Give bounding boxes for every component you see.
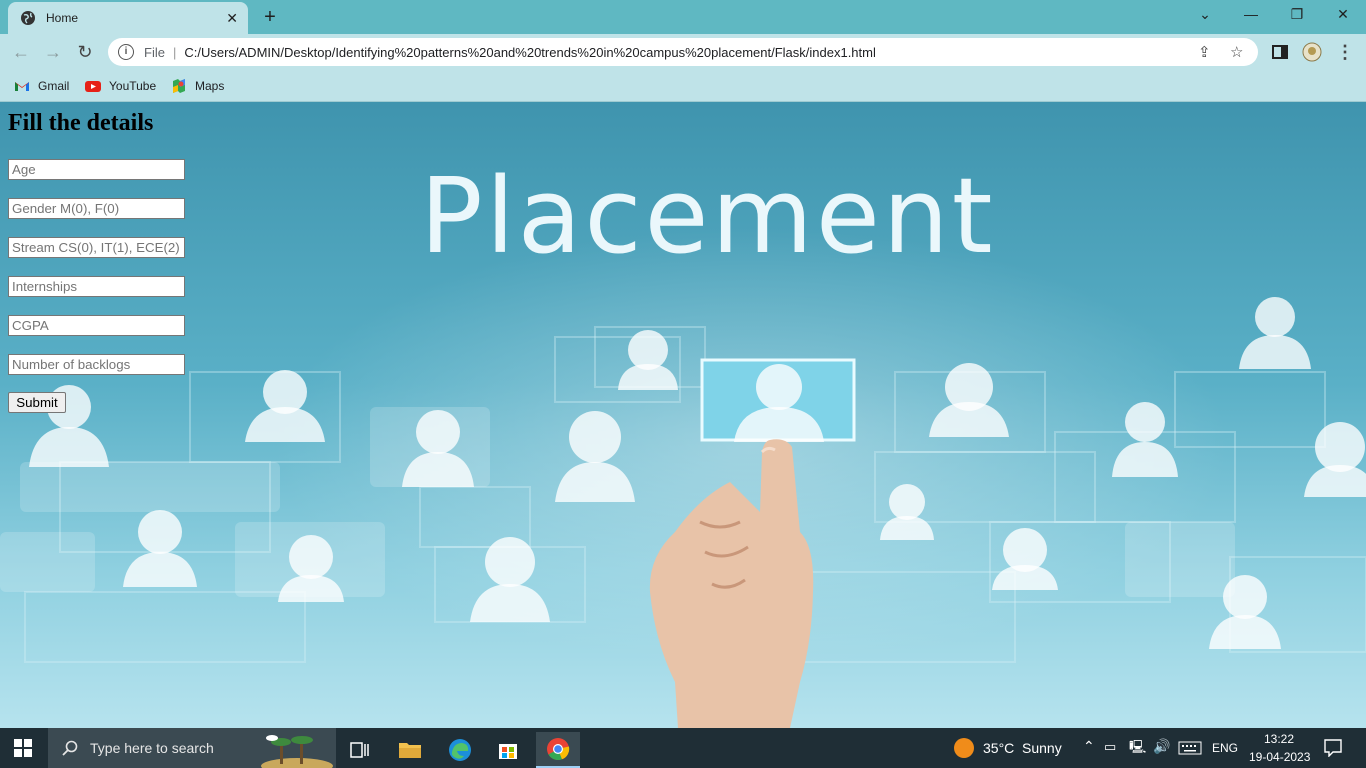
internships-input[interactable]: [8, 276, 185, 297]
tray-chevron-up-icon[interactable]: ⌃: [1083, 738, 1095, 755]
address-scheme: File: [144, 44, 165, 60]
bookmark-label: Gmail: [38, 79, 70, 93]
submit-button[interactable]: Submit: [8, 392, 66, 413]
page-viewport: Placement Fill the details Submit: [0, 102, 1366, 728]
notification-center-icon[interactable]: [1324, 739, 1342, 757]
bookmarks-bar: Gmail YouTube Maps: [0, 70, 1366, 102]
volume-icon[interactable]: 🔊: [1153, 738, 1170, 755]
gender-input[interactable]: [8, 198, 185, 219]
side-panel-icon[interactable]: [1270, 42, 1290, 62]
taskbar-search-box[interactable]: Type here to search: [48, 728, 336, 768]
placement-banner-text: Placement: [420, 155, 996, 277]
chrome-icon[interactable]: [536, 732, 580, 768]
clock-date[interactable]: 19-04-2023: [1249, 750, 1310, 764]
network-icon[interactable]: 🖳: [1129, 738, 1146, 760]
share-icon[interactable]: ⇪: [1198, 43, 1211, 61]
bookmark-youtube[interactable]: YouTube: [85, 77, 156, 95]
cgpa-input[interactable]: [8, 315, 185, 336]
close-tab-icon[interactable]: ✕: [226, 10, 238, 27]
weather-temp[interactable]: 35°C: [983, 740, 1014, 756]
forward-button[interactable]: →: [42, 42, 64, 64]
clock-time[interactable]: 13:22: [1264, 732, 1294, 746]
gmail-icon: [15, 82, 29, 91]
youtube-icon: [85, 81, 101, 92]
tab-strip: Home ✕ + ⌄ — ❐ ✕: [0, 0, 1366, 34]
address-url: C:/Users/ADMIN/Desktop/Identifying%20pat…: [184, 44, 876, 60]
back-button[interactable]: ←: [10, 42, 32, 64]
browser-chrome: Home ✕ + ⌄ — ❐ ✕ ← → ↻ i File | C:/Users…: [0, 0, 1366, 102]
browser-toolbar: ← → ↻ i File | C:/Users/ADMIN/Desktop/Id…: [0, 34, 1366, 70]
tab-home[interactable]: Home ✕: [8, 2, 248, 34]
bookmark-label: YouTube: [109, 79, 157, 93]
search-icon: [62, 740, 78, 756]
edge-icon[interactable]: [440, 732, 480, 768]
bookmark-label: Maps: [195, 79, 225, 93]
backlogs-input[interactable]: [8, 354, 185, 375]
tab-title: Home: [46, 11, 79, 25]
search-placeholder: Type here to search: [90, 740, 214, 756]
microsoft-store-icon[interactable]: [488, 732, 528, 768]
task-view-icon[interactable]: [340, 732, 380, 768]
address-separator: |: [172, 44, 177, 60]
new-tab-button[interactable]: +: [258, 5, 282, 29]
minimize-button[interactable]: —: [1239, 6, 1263, 26]
language-indicator[interactable]: ENG: [1212, 741, 1238, 755]
profile-avatar-icon[interactable]: [1302, 42, 1322, 62]
stream-input[interactable]: [8, 237, 185, 258]
menu-kebab-icon[interactable]: ⋮: [1334, 42, 1356, 64]
file-explorer-icon[interactable]: [390, 732, 430, 768]
bookmark-gmail[interactable]: Gmail: [14, 77, 69, 95]
tab-search-chevron-icon[interactable]: ⌄: [1193, 6, 1217, 26]
reload-button[interactable]: ↻: [74, 42, 96, 64]
restore-button[interactable]: ❐: [1285, 6, 1309, 26]
bookmark-maps[interactable]: Maps: [171, 77, 224, 95]
bookmark-star-icon[interactable]: ☆: [1230, 43, 1243, 61]
pointing-hand-image: [649, 439, 814, 728]
address-bar[interactable]: i File | C:/Users/ADMIN/Desktop/Identify…: [108, 38, 1258, 66]
form-heading: Fill the details: [8, 110, 154, 136]
weather-sun-icon[interactable]: [953, 737, 975, 759]
search-highlight-illustration-icon: [261, 735, 333, 768]
windows-start-icon[interactable]: [14, 739, 32, 757]
keyboard-icon[interactable]: [1178, 741, 1202, 755]
windows-taskbar: Type here to search 35°C Sunny ⌃ ▭ 🖳 🔊 E…: [0, 728, 1366, 768]
weather-condition[interactable]: Sunny: [1022, 740, 1062, 756]
info-icon[interactable]: i: [118, 44, 134, 60]
details-form: Fill the details Submit: [8, 110, 185, 413]
age-input[interactable]: [8, 159, 185, 180]
maps-icon: [173, 79, 185, 93]
battery-icon[interactable]: ▭: [1104, 739, 1116, 755]
placement-background-image: Placement: [0, 155, 1366, 728]
close-window-button[interactable]: ✕: [1331, 6, 1355, 26]
globe-icon: [21, 11, 35, 25]
